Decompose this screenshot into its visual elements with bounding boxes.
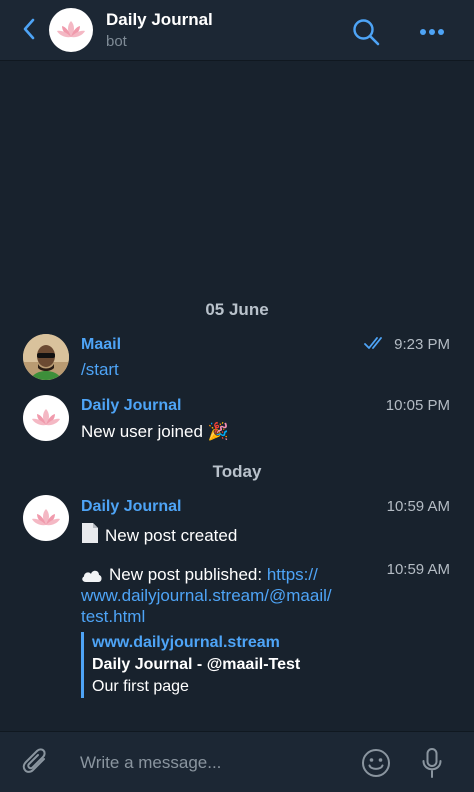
message-time: 10:05 PM [385,397,450,414]
post-link[interactable]: test.html [81,607,145,626]
message-text: New user joined 🎉 [81,422,229,442]
emoji-button[interactable] [358,745,394,781]
date-separator: 05 June [205,300,269,319]
message-text: New post published: https:// www.dailyjo… [81,564,356,627]
user-photo-icon [23,334,69,380]
chat-window: Daily Journal bot 05 June Maail /start 9… [0,0,474,792]
post-link[interactable]: https:// [267,565,318,584]
message-text-content: New post published: [109,565,263,584]
lotus-icon [32,409,60,426]
composer-bar [0,731,474,792]
search-icon [353,19,380,46]
preview-description: Our first page [92,678,189,695]
more-button[interactable] [416,16,448,48]
search-button[interactable] [350,16,382,48]
party-popper-emoji: 🎉 [207,422,229,441]
command-link[interactable]: /start [81,360,119,380]
user-avatar[interactable] [23,334,69,380]
sender-name[interactable]: Daily Journal [81,498,181,516]
bot-avatar[interactable] [23,395,69,441]
back-button[interactable] [14,14,44,44]
lotus-icon [57,21,85,38]
message-time: 10:59 AM [386,561,450,578]
lotus-icon [32,509,60,526]
post-link[interactable]: www.dailyjournal.stream/@maail/ [81,586,332,605]
message-input[interactable] [70,746,350,780]
message-time: 9:23 PM [364,336,450,353]
preview-site[interactable]: www.dailyjournal.stream [92,632,352,654]
chevron-left-icon [23,18,35,40]
chat-header: Daily Journal bot [0,0,474,61]
microphone-icon [422,748,442,778]
paperclip-icon [22,748,46,773]
link-preview[interactable]: www.dailyjournal.stream Daily Journal - … [81,632,352,698]
chat-subtitle: bot [106,33,127,50]
chat-title[interactable]: Daily Journal [106,10,213,30]
message-text: New post created [81,522,237,546]
bot-avatar[interactable] [23,495,69,541]
cloud-icon [82,570,102,582]
attach-button[interactable] [18,745,54,781]
message-text-content: New post created [105,526,238,545]
message-time: 10:59 AM [386,498,450,515]
double-check-icon [364,337,383,349]
preview-title: Daily Journal - @maail-Test [92,656,301,673]
message-text-content: New user joined [81,422,203,441]
sender-name[interactable]: Daily Journal [81,397,181,415]
more-dots-icon [420,29,444,35]
sender-name[interactable]: Maail [81,336,121,354]
date-separator: Today [212,462,262,481]
message-time-text: 9:23 PM [394,336,450,353]
smiley-icon [362,749,390,777]
bot-avatar[interactable] [49,8,93,52]
document-icon [82,523,98,543]
microphone-button[interactable] [414,745,450,781]
